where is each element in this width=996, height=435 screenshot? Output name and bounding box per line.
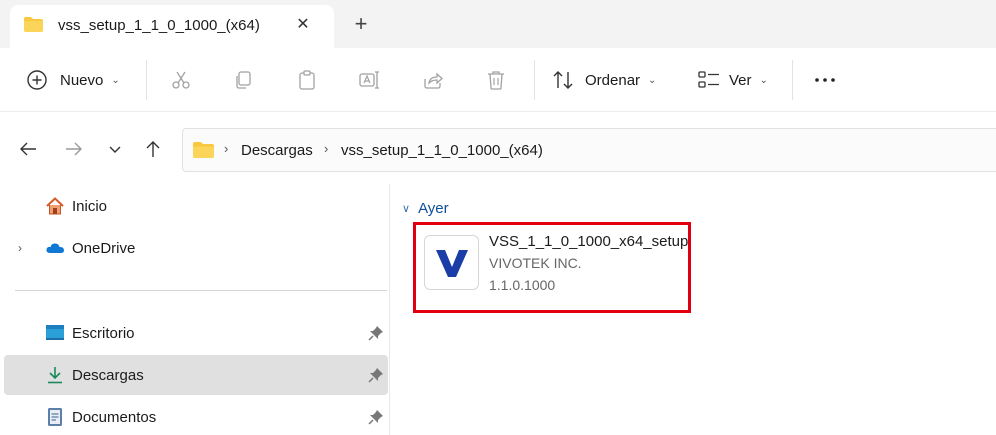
document-icon — [48, 408, 62, 426]
chevron-down-icon: ⌄ — [759, 74, 768, 86]
chevron-right-icon[interactable]: › — [18, 241, 22, 255]
sort-icon — [553, 71, 573, 89]
paste-button[interactable] — [296, 66, 318, 94]
clipboard-icon — [299, 70, 315, 90]
back-button[interactable] — [17, 138, 39, 160]
sidebar-item-home[interactable]: Inicio — [4, 186, 388, 226]
more-button[interactable] — [813, 66, 837, 94]
sort-button[interactable]: Ordenar ⌄ — [552, 66, 656, 94]
divider — [15, 290, 387, 291]
breadcrumb-downloads[interactable]: Descargas — [241, 142, 313, 159]
sidebar-item-label: Documentos — [72, 408, 157, 426]
plus-icon[interactable]: + — [349, 11, 373, 36]
breadcrumb-current-folder[interactable]: vss_setup_1_1_0_1000_(x64) — [341, 142, 543, 159]
forward-button[interactable] — [63, 138, 85, 160]
home-icon — [46, 197, 64, 215]
rename-icon — [359, 71, 379, 89]
divider — [146, 60, 147, 100]
new-label: Nuevo — [60, 71, 104, 89]
view-icon — [698, 71, 719, 88]
chevron-right-icon: › — [224, 141, 229, 156]
copy-icon — [236, 71, 251, 89]
chevron-right-icon: › — [324, 141, 329, 156]
share-button[interactable] — [422, 66, 444, 94]
sidebar-item-onedrive[interactable]: › OneDrive — [4, 228, 388, 268]
address-bar[interactable]: › Descargas › vss_setup_1_1_0_1000_(x64) — [182, 128, 996, 172]
download-icon — [48, 367, 62, 384]
plus-circle-icon — [27, 70, 47, 90]
cut-button[interactable] — [170, 66, 192, 94]
sidebar-item-downloads[interactable]: Descargas — [4, 355, 388, 395]
sidebar-item-documents[interactable]: Documentos — [4, 397, 388, 435]
view-button[interactable]: Ver ⌄ — [697, 66, 768, 94]
share-icon — [424, 72, 443, 89]
pin-icon[interactable] — [368, 367, 384, 383]
tab-strip: vss_setup_1_1_0_1000_(x64) ✕ + — [0, 0, 996, 48]
copy-button[interactable] — [232, 66, 254, 94]
sidebar-item-label: Escritorio — [72, 324, 135, 342]
desktop-icon — [46, 325, 64, 340]
navigation-pane: Inicio › OneDrive Escritorio Descargas D… — [0, 184, 390, 435]
tab-title: vss_setup_1_1_0_1000_(x64) — [58, 17, 260, 34]
sidebar-item-label: OneDrive — [72, 239, 136, 257]
sidebar-item-label: Descargas — [72, 366, 144, 384]
arrow-up-icon — [146, 141, 160, 157]
pin-icon[interactable] — [368, 409, 384, 425]
up-button[interactable] — [142, 138, 164, 160]
divider — [792, 60, 793, 100]
trash-icon — [488, 71, 504, 90]
command-bar: Nuevo ⌄ Ordenar ⌄ Ver ⌄ — [0, 48, 996, 112]
file-company: VIVOTEK INC. — [489, 255, 582, 271]
chevron-down-icon: ∨ — [402, 203, 411, 215]
group-label: Ayer — [418, 200, 449, 217]
scissors-icon — [172, 71, 190, 89]
navigation-bar: › Descargas › vss_setup_1_1_0_1000_(x64) — [0, 112, 996, 184]
chevron-down-icon — [109, 146, 121, 153]
close-icon[interactable]: ✕ — [292, 13, 314, 35]
file-app-icon — [424, 235, 479, 290]
new-button[interactable]: Nuevo ⌄ — [26, 66, 120, 94]
delete-button[interactable] — [485, 66, 507, 94]
sort-label: Ordenar — [585, 71, 641, 89]
recent-locations-button[interactable] — [104, 138, 126, 160]
file-item[interactable]: VSS_1_1_0_1000_x64_setup VIVOTEK INC. 1.… — [413, 222, 691, 313]
more-icon — [815, 78, 835, 82]
arrow-right-icon — [66, 142, 82, 156]
pin-icon[interactable] — [368, 325, 384, 341]
folder-icon — [24, 17, 43, 32]
file-version: 1.1.0.1000 — [489, 277, 556, 293]
rename-button[interactable] — [358, 66, 380, 94]
group-header-yesterday[interactable]: ∨ Ayer — [402, 200, 449, 217]
sidebar-item-desktop[interactable]: Escritorio — [4, 313, 388, 353]
divider — [534, 60, 535, 100]
arrow-left-icon — [20, 142, 36, 156]
sidebar-item-label: Inicio — [72, 197, 108, 215]
cloud-icon — [46, 243, 64, 253]
vivotek-logo-icon — [435, 249, 468, 277]
chevron-down-icon: ⌄ — [648, 74, 657, 86]
folder-icon — [193, 142, 214, 158]
chevron-down-icon: ⌄ — [111, 74, 120, 86]
tab-current-folder[interactable]: vss_setup_1_1_0_1000_(x64) ✕ — [10, 5, 334, 48]
file-name: VSS_1_1_0_1000_x64_setup — [489, 233, 689, 250]
view-label: Ver — [729, 71, 752, 89]
